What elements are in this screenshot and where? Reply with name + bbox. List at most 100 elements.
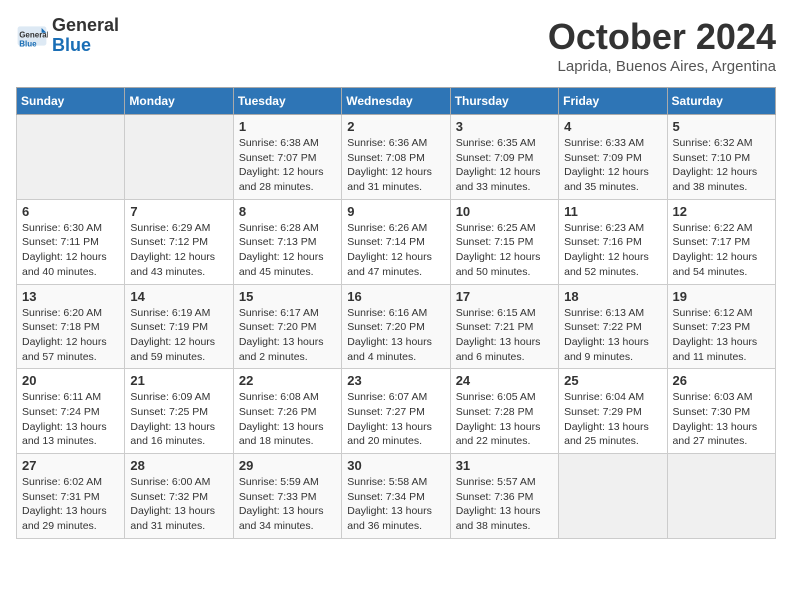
calendar-cell: 21 Sunrise: 6:09 AMSunset: 7:25 PMDayligh… [125,369,233,454]
calendar-cell: 4 Sunrise: 6:33 AMSunset: 7:09 PMDaylight… [559,115,667,200]
calendar-cell: 23 Sunrise: 6:07 AMSunset: 7:27 PMDayligh… [342,369,450,454]
logo-general-text: General [52,16,119,36]
day-number: 26 [673,373,770,388]
day-number: 21 [130,373,227,388]
calendar-table: SundayMondayTuesdayWednesdayThursdayFrid… [16,87,776,539]
day-info: Sunrise: 6:25 AMSunset: 7:15 PMDaylight:… [456,221,553,280]
weekday-header: Wednesday [342,88,450,115]
day-info: Sunrise: 6:17 AMSunset: 7:20 PMDaylight:… [239,306,336,365]
calendar-week-row: 20Sunrise: 6:11 AMSunset: 7:24 PMDayligh… [17,369,776,454]
day-info: Sunrise: 6:07 AMSunset: 7:27 PMDaylight:… [347,390,444,449]
calendar-cell: 10Sunrise: 6:25 AMSunset: 7:15 PMDayligh… [450,199,558,284]
month-title: October 2024 [548,16,776,58]
day-info: Sunrise: 6:33 AMSunset: 7:09 PMDaylight:… [564,136,661,195]
day-info: Sunrise: 6:15 AMSunset: 7:21 PMDaylight:… [456,306,553,365]
day-info: Sunrise: 6:12 AMSunset: 7:23 PMDaylight:… [673,306,770,365]
day-info: Sunrise: 6:05 AMSunset: 7:28 PMDaylight:… [456,390,553,449]
calendar-cell: 3 Sunrise: 6:35 AMSunset: 7:09 PMDaylight… [450,115,558,200]
day-info: Sunrise: 6:20 AMSunset: 7:18 PMDaylight:… [22,306,119,365]
day-number: 22 [239,373,336,388]
calendar-cell: 27Sunrise: 6:02 AMSunset: 7:31 PMDayligh… [17,454,125,539]
page-header: General Blue General Blue October 2024 L… [16,16,776,75]
day-number: 4 [564,119,661,134]
day-number: 1 [239,119,336,134]
day-info: Sunrise: 6:29 AMSunset: 7:12 PMDaylight:… [130,221,227,280]
calendar-cell: 6 Sunrise: 6:30 AMSunset: 7:11 PMDaylight… [17,199,125,284]
day-info: Sunrise: 6:35 AMSunset: 7:09 PMDaylight:… [456,136,553,195]
day-info: Sunrise: 6:30 AMSunset: 7:11 PMDaylight:… [22,221,119,280]
day-info: Sunrise: 6:00 AMSunset: 7:32 PMDaylight:… [130,475,227,534]
day-number: 23 [347,373,444,388]
day-info: Sunrise: 6:36 AMSunset: 7:08 PMDaylight:… [347,136,444,195]
calendar-cell: 9Sunrise: 6:26 AMSunset: 7:14 PMDaylight… [342,199,450,284]
calendar-cell: 8 Sunrise: 6:28 AMSunset: 7:13 PMDaylight… [233,199,341,284]
calendar-cell: 25Sunrise: 6:04 AMSunset: 7:29 PMDayligh… [559,369,667,454]
calendar-cell: 22 Sunrise: 6:08 AMSunset: 7:26 PMDayligh… [233,369,341,454]
calendar-cell [559,454,667,539]
weekday-header: Sunday [17,88,125,115]
logo-icon: General Blue [16,20,48,52]
calendar-week-row: 27Sunrise: 6:02 AMSunset: 7:31 PMDayligh… [17,454,776,539]
day-info: Sunrise: 6:38 AMSunset: 7:07 PMDaylight:… [239,136,336,195]
day-number: 27 [22,458,119,473]
day-info: Sunrise: 5:59 AMSunset: 7:33 PMDaylight:… [239,475,336,534]
calendar-week-row: 6 Sunrise: 6:30 AMSunset: 7:11 PMDaylight… [17,199,776,284]
calendar-cell: 5 Sunrise: 6:32 AMSunset: 7:10 PMDaylight… [667,115,775,200]
calendar-cell: 16Sunrise: 6:16 AMSunset: 7:20 PMDayligh… [342,284,450,369]
calendar-cell: 17 Sunrise: 6:15 AMSunset: 7:21 PMDayligh… [450,284,558,369]
calendar-cell: 2 Sunrise: 6:36 AMSunset: 7:08 PMDaylight… [342,115,450,200]
calendar-cell [17,115,125,200]
calendar-cell: 26Sunrise: 6:03 AMSunset: 7:30 PMDayligh… [667,369,775,454]
calendar-week-row: 13 Sunrise: 6:20 AMSunset: 7:18 PMDayligh… [17,284,776,369]
calendar-cell: 15 Sunrise: 6:17 AMSunset: 7:20 PMDayligh… [233,284,341,369]
day-number: 20 [22,373,119,388]
day-number: 15 [239,289,336,304]
day-info: Sunrise: 6:13 AMSunset: 7:22 PMDaylight:… [564,306,661,365]
calendar-cell: 11 Sunrise: 6:23 AMSunset: 7:16 PMDayligh… [559,199,667,284]
weekday-header: Thursday [450,88,558,115]
day-number: 16 [347,289,444,304]
day-number: 12 [673,204,770,219]
day-number: 2 [347,119,444,134]
day-number: 13 [22,289,119,304]
calendar-cell: 7 Sunrise: 6:29 AMSunset: 7:12 PMDaylight… [125,199,233,284]
weekday-header: Monday [125,88,233,115]
day-number: 11 [564,204,661,219]
day-number: 14 [130,289,227,304]
day-number: 3 [456,119,553,134]
day-info: Sunrise: 6:22 AMSunset: 7:17 PMDaylight:… [673,221,770,280]
day-number: 17 [456,289,553,304]
calendar-header-row: SundayMondayTuesdayWednesdayThursdayFrid… [17,88,776,115]
day-number: 6 [22,204,119,219]
calendar-cell [125,115,233,200]
day-info: Sunrise: 6:28 AMSunset: 7:13 PMDaylight:… [239,221,336,280]
day-info: Sunrise: 6:32 AMSunset: 7:10 PMDaylight:… [673,136,770,195]
calendar-cell: 19Sunrise: 6:12 AMSunset: 7:23 PMDayligh… [667,284,775,369]
svg-text:Blue: Blue [19,39,37,48]
logo-blue-text: Blue [52,36,119,56]
day-number: 18 [564,289,661,304]
day-number: 8 [239,204,336,219]
calendar-cell: 20Sunrise: 6:11 AMSunset: 7:24 PMDayligh… [17,369,125,454]
day-number: 30 [347,458,444,473]
day-info: Sunrise: 6:19 AMSunset: 7:19 PMDaylight:… [130,306,227,365]
calendar-cell: 28Sunrise: 6:00 AMSunset: 7:32 PMDayligh… [125,454,233,539]
calendar-cell: 29 Sunrise: 5:59 AMSunset: 7:33 PMDayligh… [233,454,341,539]
calendar-cell: 31 Sunrise: 5:57 AMSunset: 7:36 PMDayligh… [450,454,558,539]
day-info: Sunrise: 5:58 AMSunset: 7:34 PMDaylight:… [347,475,444,534]
day-info: Sunrise: 5:57 AMSunset: 7:36 PMDaylight:… [456,475,553,534]
day-number: 7 [130,204,227,219]
day-number: 31 [456,458,553,473]
day-info: Sunrise: 6:09 AMSunset: 7:25 PMDaylight:… [130,390,227,449]
calendar-cell: 14 Sunrise: 6:19 AMSunset: 7:19 PMDayligh… [125,284,233,369]
day-number: 29 [239,458,336,473]
day-info: Sunrise: 6:23 AMSunset: 7:16 PMDaylight:… [564,221,661,280]
calendar-cell [667,454,775,539]
calendar-cell: 13 Sunrise: 6:20 AMSunset: 7:18 PMDayligh… [17,284,125,369]
logo: General Blue General Blue [16,16,119,56]
day-info: Sunrise: 6:04 AMSunset: 7:29 PMDaylight:… [564,390,661,449]
day-info: Sunrise: 6:08 AMSunset: 7:26 PMDaylight:… [239,390,336,449]
calendar-cell: 12 Sunrise: 6:22 AMSunset: 7:17 PMDayligh… [667,199,775,284]
calendar-cell: 30 Sunrise: 5:58 AMSunset: 7:34 PMDayligh… [342,454,450,539]
day-number: 5 [673,119,770,134]
